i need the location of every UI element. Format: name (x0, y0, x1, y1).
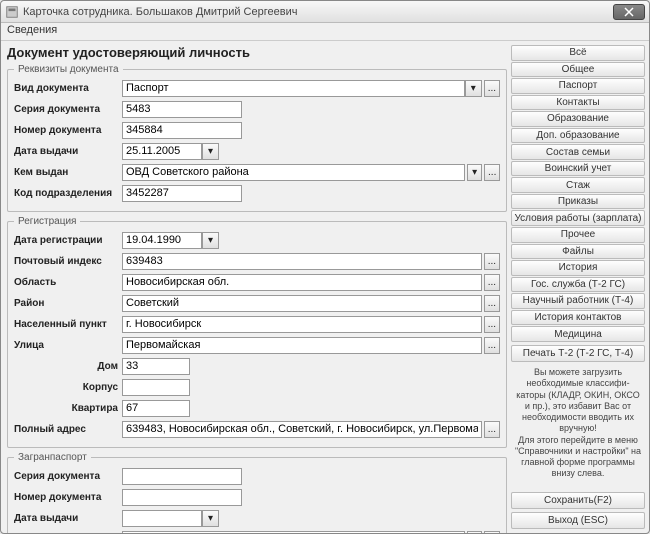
nav-salary[interactable]: Условия работы (зарплата) (511, 210, 645, 226)
reg-postal-browse[interactable]: ... (484, 253, 500, 270)
label-reg-date: Дата регистрации (14, 235, 122, 246)
nav-extra-edu[interactable]: Доп. образование (511, 128, 645, 144)
reg-region-browse[interactable]: ... (484, 274, 500, 291)
zp-issuer-browse[interactable]: ... (484, 531, 500, 534)
reg-full-browse[interactable]: ... (484, 421, 500, 438)
doc-date-input[interactable] (122, 143, 202, 160)
doc-type-input[interactable] (122, 80, 465, 97)
doc-date-picker[interactable]: ▾ (122, 143, 219, 160)
chevron-down-icon[interactable]: ▾ (202, 510, 219, 527)
print-button[interactable]: Печать Т-2 (Т-2 ГС, Т-4) (511, 345, 645, 362)
nav-all[interactable]: Всё (511, 45, 645, 61)
reg-apt-input[interactable] (122, 400, 190, 417)
reg-street-browse[interactable]: ... (484, 337, 500, 354)
zp-date-input[interactable] (122, 510, 202, 527)
titlebar: Карточка сотрудника. Большаков Дмитрий С… (1, 1, 649, 23)
reg-house-input[interactable] (122, 358, 190, 375)
sidebar: Всё Общее Паспорт Контакты Образование Д… (511, 41, 649, 533)
zp-issuer-input[interactable] (122, 531, 465, 534)
reg-date-picker[interactable]: ▾ (122, 232, 219, 249)
close-button[interactable] (613, 4, 645, 20)
label-reg-block: Корпус (14, 382, 122, 393)
nav-education[interactable]: Образование (511, 111, 645, 127)
nav-medicine[interactable]: Медицина (511, 326, 645, 342)
doc-type-browse[interactable]: ... (484, 80, 500, 97)
zp-number-input[interactable] (122, 489, 242, 506)
reg-district-browse[interactable]: ... (484, 295, 500, 312)
label-zp-number: Номер документа (14, 492, 122, 503)
nav-other[interactable]: Прочее (511, 227, 645, 243)
fieldset-document-legend: Реквизиты документа (14, 64, 123, 75)
exit-button[interactable]: Выход (ESC) (511, 512, 645, 529)
doc-issuer-browse[interactable]: ... (484, 164, 500, 181)
menubar: Сведения (1, 23, 649, 41)
doc-series-input[interactable] (122, 101, 242, 118)
label-reg-region: Область (14, 277, 122, 288)
page-title: Документ удостоверяющий личность (7, 45, 507, 60)
nav-gov-service[interactable]: Гос. служба (Т-2 ГС) (511, 277, 645, 293)
window: Карточка сотрудника. Большаков Дмитрий С… (0, 0, 650, 534)
nav-scientist[interactable]: Научный работник (Т-4) (511, 293, 645, 309)
nav-military[interactable]: Воинский учет (511, 161, 645, 177)
label-doc-number: Номер документа (14, 125, 122, 136)
label-zp-date: Дата выдачи (14, 513, 122, 524)
label-doc-code: Код подразделения (14, 188, 122, 199)
reg-full-input[interactable] (122, 421, 482, 438)
reg-city-browse[interactable]: ... (484, 316, 500, 333)
menu-item[interactable]: Сведения (7, 24, 57, 36)
main-panel: Документ удостоверяющий личность Реквизи… (1, 41, 511, 533)
fieldset-foreign-passport-legend: Загранпаспорт (14, 452, 91, 463)
close-icon (624, 7, 634, 17)
label-doc-type: Вид документа (14, 83, 122, 94)
nav-general[interactable]: Общее (511, 62, 645, 78)
label-doc-date: Дата выдачи (14, 146, 122, 157)
nav-files[interactable]: Файлы (511, 244, 645, 260)
label-reg-street: Улица (14, 340, 122, 351)
doc-issuer-input[interactable] (122, 164, 465, 181)
label-doc-series: Серия документа (14, 104, 122, 115)
chevron-down-icon[interactable]: ▾ (467, 164, 483, 181)
app-icon (5, 5, 19, 19)
nav-contacts[interactable]: Контакты (511, 95, 645, 111)
reg-city-input[interactable] (122, 316, 482, 333)
reg-block-input[interactable] (122, 379, 190, 396)
label-reg-postal: Почтовый индекс (14, 256, 122, 267)
sidebar-info-text: Вы можете загрузить необходимые классифи… (513, 367, 643, 480)
nav-contact-hist[interactable]: История контактов (511, 310, 645, 326)
zp-series-input[interactable] (122, 468, 242, 485)
nav-stazh[interactable]: Стаж (511, 177, 645, 193)
reg-date-input[interactable] (122, 232, 202, 249)
nav-history[interactable]: История (511, 260, 645, 276)
chevron-down-icon[interactable]: ▾ (467, 531, 483, 534)
nav-family[interactable]: Состав семьи (511, 144, 645, 160)
reg-street-input[interactable] (122, 337, 482, 354)
label-reg-full: Полный адрес (14, 424, 122, 435)
chevron-down-icon[interactable]: ▾ (465, 80, 482, 97)
fieldset-document: Реквизиты документа Вид документа ▾ ... … (7, 64, 507, 212)
label-doc-issuer: Кем выдан (14, 167, 122, 178)
label-zp-series: Серия документа (14, 471, 122, 482)
fieldset-registration: Регистрация Дата регистрации ▾ Почтовый … (7, 216, 507, 448)
label-reg-district: Район (14, 298, 122, 309)
nav-passport[interactable]: Паспорт (511, 78, 645, 94)
reg-postal-input[interactable] (122, 253, 482, 270)
label-reg-apt: Квартира (14, 403, 122, 414)
label-reg-city: Населенный пункт (14, 319, 122, 330)
fieldset-registration-legend: Регистрация (14, 216, 80, 227)
doc-code-input[interactable] (122, 185, 242, 202)
doc-type-combo[interactable]: ▾ (122, 80, 482, 97)
chevron-down-icon[interactable]: ▾ (202, 232, 219, 249)
reg-region-input[interactable] (122, 274, 482, 291)
chevron-down-icon[interactable]: ▾ (202, 143, 219, 160)
reg-district-input[interactable] (122, 295, 482, 312)
window-title: Карточка сотрудника. Большаков Дмитрий С… (23, 6, 297, 18)
zp-date-picker[interactable]: ▾ (122, 510, 219, 527)
label-reg-house: Дом (14, 361, 122, 372)
doc-number-input[interactable] (122, 122, 242, 139)
nav-orders[interactable]: Приказы (511, 194, 645, 210)
save-button[interactable]: Сохранить(F2) (511, 492, 645, 509)
fieldset-foreign-passport: Загранпаспорт Серия документа Номер доку… (7, 452, 507, 533)
